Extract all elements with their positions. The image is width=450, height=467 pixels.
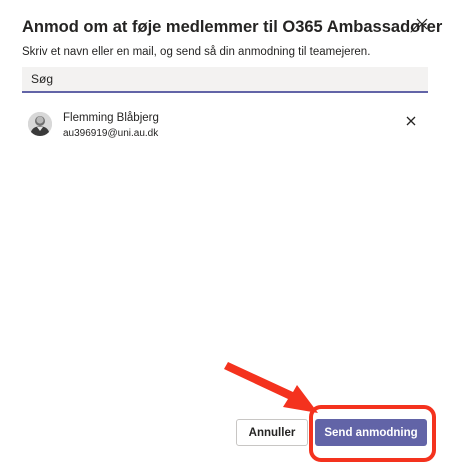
close-icon [416, 17, 428, 35]
member-email: au396919@uni.au.dk [63, 128, 159, 139]
send-request-button[interactable]: Send anmodning [315, 419, 427, 446]
cancel-button[interactable]: Annuller [236, 419, 308, 446]
member-name: Flemming Blåbjerg [63, 112, 159, 124]
member-row: Flemming Blåbjerg au396919@uni.au.dk [22, 109, 422, 141]
search-field[interactable] [22, 67, 428, 93]
close-icon [406, 113, 416, 131]
remove-member-button[interactable] [402, 113, 420, 131]
dialog: Anmod om at føje medlemmer til O365 Amba… [0, 0, 450, 467]
search-input[interactable] [22, 67, 428, 91]
close-button[interactable] [411, 15, 433, 37]
avatar [28, 112, 52, 136]
dialog-title: Anmod om at føje medlemmer til O365 Amba… [22, 18, 443, 36]
dialog-subtitle: Skriv et navn eller en mail, og send så … [22, 46, 371, 58]
